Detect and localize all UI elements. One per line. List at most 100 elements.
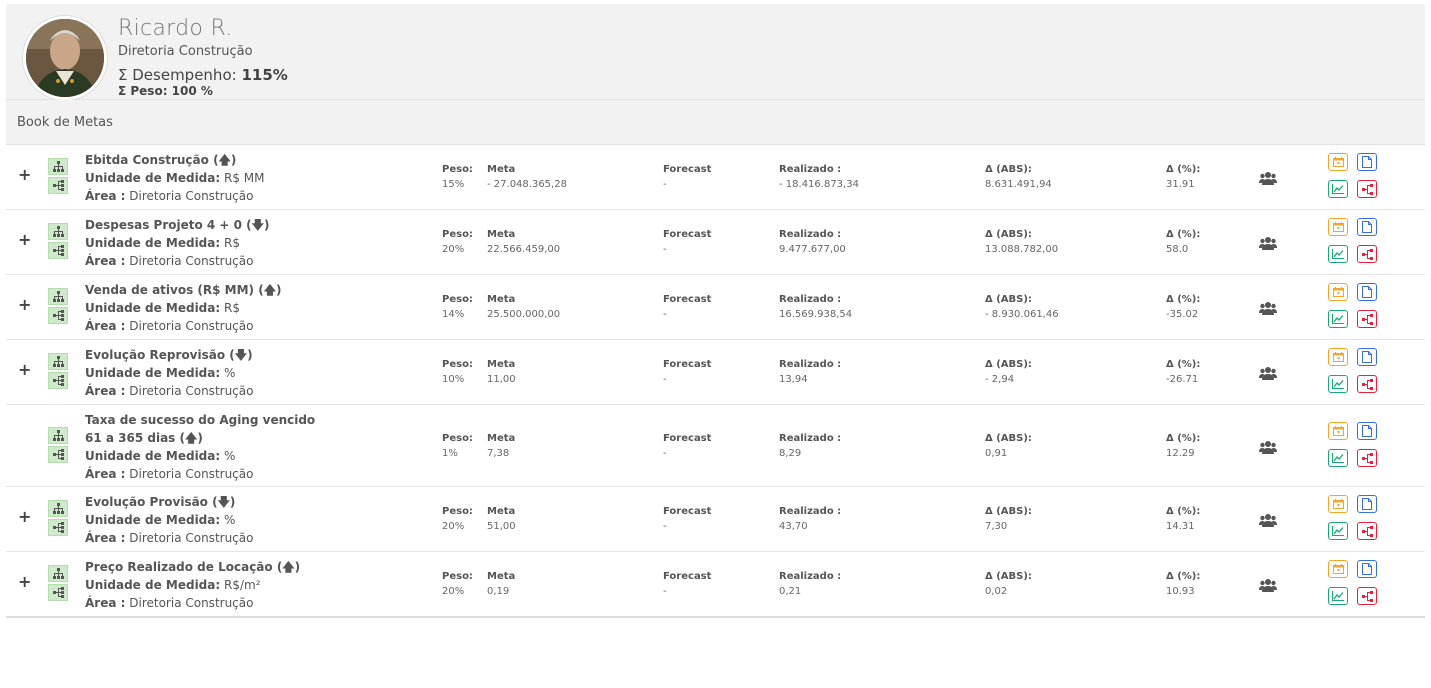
line-chart-icon[interactable] bbox=[1328, 180, 1348, 198]
document-icon[interactable] bbox=[1357, 560, 1377, 578]
realizado-value: 13,94 bbox=[779, 374, 808, 385]
hierarchy-icon[interactable] bbox=[48, 353, 68, 370]
hierarchy-icon[interactable] bbox=[48, 427, 68, 444]
share-icon[interactable] bbox=[1357, 587, 1377, 605]
share-icon[interactable] bbox=[1357, 449, 1377, 467]
team-icon[interactable] bbox=[1259, 439, 1277, 458]
line-chart-icon[interactable] bbox=[1328, 522, 1348, 540]
sitemap-icon[interactable] bbox=[48, 372, 68, 389]
goal-title: Ebitda Construção (🡅) bbox=[85, 153, 237, 167]
meta-column: Meta 7,38 bbox=[487, 431, 515, 461]
team-icon[interactable] bbox=[1259, 365, 1277, 384]
document-icon[interactable] bbox=[1357, 283, 1377, 301]
calendar-icon[interactable] bbox=[1328, 495, 1348, 513]
hierarchy-icon[interactable] bbox=[48, 500, 68, 517]
document-icon[interactable] bbox=[1357, 495, 1377, 513]
line-chart-icon[interactable] bbox=[1328, 587, 1348, 605]
sitemap-icon[interactable] bbox=[48, 584, 68, 601]
line-chart-icon[interactable] bbox=[1328, 245, 1348, 263]
meta-label: Meta bbox=[487, 359, 516, 370]
expand-button[interactable]: + bbox=[18, 230, 31, 249]
forecast-label: Forecast bbox=[663, 294, 712, 305]
share-icon[interactable] bbox=[1357, 522, 1377, 540]
delta-pct-value: -26.71 bbox=[1166, 374, 1199, 385]
goal-title: Evolução Reprovisão (🡇) bbox=[85, 348, 253, 362]
realizado-column: Realizado : 43,70 bbox=[779, 504, 841, 534]
hierarchy-icon[interactable] bbox=[48, 158, 68, 175]
tree-buttons bbox=[48, 288, 68, 326]
calendar-icon[interactable] bbox=[1328, 153, 1348, 171]
calendar-icon[interactable] bbox=[1328, 283, 1348, 301]
sitemap-icon[interactable] bbox=[48, 177, 68, 194]
peso-value: 20% bbox=[442, 521, 465, 532]
document-icon[interactable] bbox=[1357, 153, 1377, 171]
hierarchy-icon[interactable] bbox=[48, 223, 68, 240]
realizado-value: 8,29 bbox=[779, 448, 802, 459]
calendar-icon[interactable] bbox=[1328, 348, 1348, 366]
peso-label: Peso: bbox=[442, 229, 473, 240]
calendar-icon[interactable] bbox=[1328, 560, 1348, 578]
delta-pct-value: 31.91 bbox=[1166, 179, 1195, 190]
team-icon[interactable] bbox=[1259, 170, 1277, 189]
user-name: Ricardo R. bbox=[118, 16, 233, 41]
sitemap-icon[interactable] bbox=[48, 446, 68, 463]
realizado-label: Realizado : bbox=[779, 571, 842, 582]
status-dot bbox=[970, 240, 979, 249]
forecast-value: - bbox=[663, 179, 667, 190]
line-chart-icon[interactable] bbox=[1328, 310, 1348, 328]
goal-row: + Evolução Reprovisão (🡇) Unidade de Medid… bbox=[6, 340, 1425, 405]
goal-info: Preço Realizado de Locação (🡅) Unidade de… bbox=[85, 558, 300, 612]
goal-unit: Unidade de Medida: % bbox=[85, 511, 253, 529]
sitemap-icon[interactable] bbox=[48, 519, 68, 536]
forecast-column: Forecast - bbox=[663, 292, 711, 322]
meta-column: Meta 22.566.459,00 bbox=[487, 227, 560, 257]
delta-abs-column: Δ (ABS): 13.088.782,00 bbox=[985, 227, 1058, 257]
goal-title: Evolução Provisão (🡇) bbox=[85, 495, 236, 509]
sitemap-icon[interactable] bbox=[48, 242, 68, 259]
delta-pct-value: -35.02 bbox=[1166, 309, 1199, 320]
expand-button[interactable]: + bbox=[18, 360, 31, 379]
forecast-column: Forecast - bbox=[663, 569, 711, 599]
realizado-column: Realizado : 8,29 bbox=[779, 431, 841, 461]
calendar-icon[interactable] bbox=[1328, 422, 1348, 440]
area-value: Diretoria Construção bbox=[129, 189, 254, 203]
share-icon[interactable] bbox=[1357, 180, 1377, 198]
realizado-value: 0,21 bbox=[779, 586, 802, 597]
line-chart-icon[interactable] bbox=[1328, 449, 1348, 467]
goal-info: Ebitda Construção (🡅) Unidade de Medida: … bbox=[85, 151, 265, 205]
line-chart-icon[interactable] bbox=[1328, 375, 1348, 393]
meta-value: 11,00 bbox=[487, 374, 516, 385]
goal-area: Área : Diretoria Construção bbox=[85, 382, 253, 400]
area-value: Diretoria Construção bbox=[129, 254, 254, 268]
delta-pct-label: Δ (%): bbox=[1166, 359, 1201, 370]
calendar-icon[interactable] bbox=[1328, 218, 1348, 236]
delta-abs-label: Δ (ABS): bbox=[985, 433, 1032, 444]
expand-button[interactable]: + bbox=[18, 165, 31, 184]
peso-column: Peso: 10% bbox=[442, 357, 473, 387]
share-icon[interactable] bbox=[1357, 245, 1377, 263]
area-label: Área : bbox=[85, 531, 126, 545]
share-icon[interactable] bbox=[1357, 310, 1377, 328]
expand-button[interactable]: + bbox=[18, 507, 31, 526]
document-icon[interactable] bbox=[1357, 218, 1377, 236]
delta-abs-column: Δ (ABS): - 8.930.061,46 bbox=[985, 292, 1059, 322]
tree-buttons bbox=[48, 223, 68, 261]
realizado-value: - 18.416.873,34 bbox=[779, 179, 859, 190]
team-icon[interactable] bbox=[1259, 577, 1277, 596]
delta-abs-column: Δ (ABS): 0,02 bbox=[985, 569, 1032, 599]
team-icon[interactable] bbox=[1259, 235, 1277, 254]
sitemap-icon[interactable] bbox=[48, 307, 68, 324]
delta-pct-column: Δ (%): 31.91 bbox=[1166, 162, 1200, 192]
share-icon[interactable] bbox=[1357, 375, 1377, 393]
document-icon[interactable] bbox=[1357, 348, 1377, 366]
delta-pct-label: Δ (%): bbox=[1166, 164, 1201, 175]
team-icon[interactable] bbox=[1259, 300, 1277, 319]
team-icon[interactable] bbox=[1259, 512, 1277, 531]
hierarchy-icon[interactable] bbox=[48, 565, 68, 582]
expand-button[interactable]: + bbox=[18, 295, 31, 314]
status-dot bbox=[970, 305, 979, 314]
expand-button[interactable]: + bbox=[18, 572, 31, 591]
document-icon[interactable] bbox=[1357, 422, 1377, 440]
delta-abs-column: Δ (ABS): 7,30 bbox=[985, 504, 1032, 534]
hierarchy-icon[interactable] bbox=[48, 288, 68, 305]
